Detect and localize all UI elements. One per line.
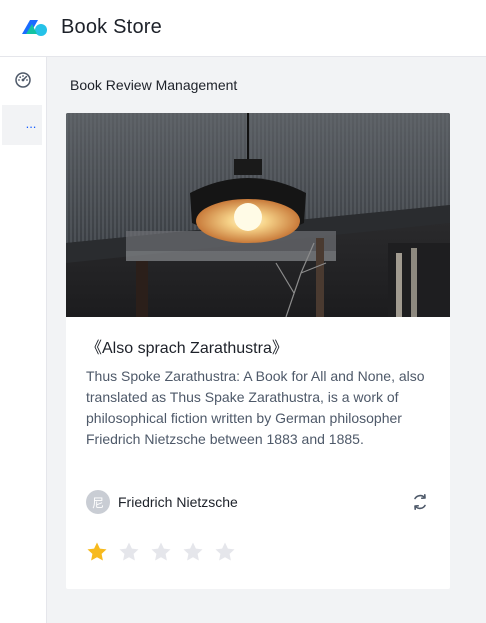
star-icon[interactable] bbox=[214, 541, 236, 563]
star-icon[interactable] bbox=[118, 541, 140, 563]
star-rating[interactable] bbox=[86, 541, 246, 563]
book-card: 《Also sprach Zarathustra》 Thus Spoke Zar… bbox=[66, 113, 450, 589]
author-name: Friedrich Nietzsche bbox=[118, 494, 238, 510]
author-info: 尼 Friedrich Nietzsche bbox=[86, 490, 238, 514]
top-bar: Book Store bbox=[0, 0, 486, 57]
avatar: 尼 bbox=[86, 490, 110, 514]
app-title: Book Store bbox=[61, 16, 162, 38]
pendant-lamp-photo bbox=[66, 113, 450, 317]
book-store-logo-icon bbox=[22, 20, 47, 36]
sidebar-item-label: ... bbox=[25, 115, 37, 131]
sidebar-item-book-review[interactable]: ... bbox=[2, 105, 42, 145]
star-icon[interactable] bbox=[86, 541, 108, 563]
page-title: Book Review Management bbox=[70, 77, 238, 93]
dashboard-icon[interactable] bbox=[14, 71, 32, 89]
sidebar: ... bbox=[0, 57, 47, 623]
refresh-icon[interactable] bbox=[411, 493, 429, 511]
book-description: Thus Spoke Zarathustra: A Book for All a… bbox=[86, 368, 425, 447]
book-title: 《Also sprach Zarathustra》 bbox=[86, 340, 288, 357]
star-icon[interactable] bbox=[182, 541, 204, 563]
star-icon[interactable] bbox=[150, 541, 172, 563]
